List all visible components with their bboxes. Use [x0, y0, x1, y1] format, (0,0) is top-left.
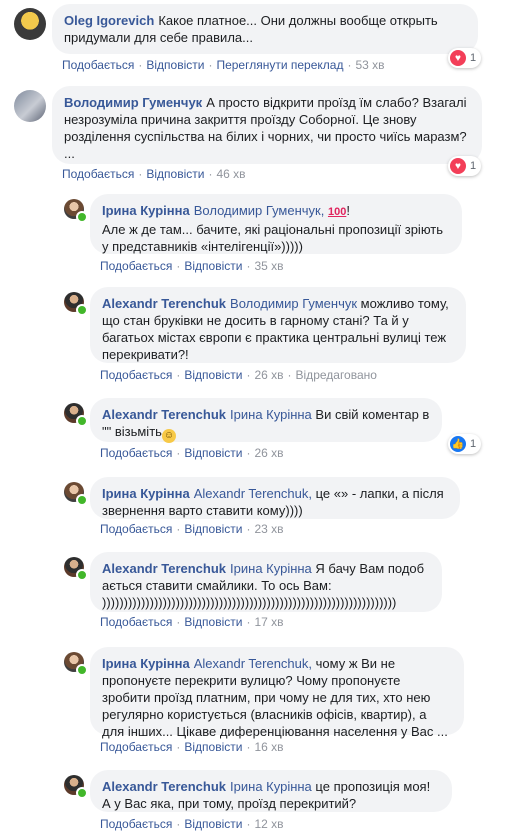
- comment-actions: Подобається · Відповісти · 17 хв: [100, 615, 284, 629]
- online-indicator: [76, 415, 88, 427]
- comment-actions: Подобається · Відповісти · 26 хв: [100, 446, 284, 460]
- like-link[interactable]: Подобається: [100, 817, 172, 831]
- reply-link[interactable]: Відповісти: [184, 368, 242, 382]
- online-indicator: [76, 211, 88, 223]
- comment-author[interactable]: Володимир Гуменчук: [64, 95, 202, 110]
- comment-author[interactable]: Ірина Курінна: [102, 486, 190, 501]
- comment-text: Але ж де там... бачите, які раціональні …: [102, 222, 444, 254]
- comment-author[interactable]: Ірина Курінна: [102, 203, 190, 218]
- comment-author[interactable]: Oleg Igorevich: [64, 13, 154, 28]
- online-indicator: [76, 787, 88, 799]
- like-link[interactable]: Подобається: [62, 58, 134, 72]
- online-indicator: [76, 569, 88, 581]
- like-link[interactable]: Подобається: [100, 740, 172, 754]
- like-link[interactable]: Подобається: [62, 167, 134, 181]
- comment-time[interactable]: 23 хв: [254, 522, 283, 536]
- mention-link[interactable]: Ірина Курінна: [230, 407, 312, 422]
- reply-link[interactable]: Відповісти: [184, 615, 242, 629]
- mention-link[interactable]: Alexandr Terenchuk,: [194, 486, 312, 501]
- smile-emoji-icon: ☺: [161, 429, 176, 443]
- avatar[interactable]: [14, 8, 46, 40]
- reaction-count[interactable]: ♥ 1: [448, 156, 482, 176]
- comment-author[interactable]: Alexandr Terenchuk: [102, 561, 226, 576]
- mention-link[interactable]: Володимир Гуменчук,: [194, 203, 325, 218]
- comment-bubble: Alexandr Terenchuk Ірина Курінна це пропо…: [90, 770, 452, 812]
- comment-author[interactable]: Alexandr Terenchuk: [102, 296, 226, 311]
- comment-bubble: Alexandr Terenchuk Ірина Курінна Ви свій …: [90, 398, 442, 443]
- reply-link[interactable]: Відповісти: [184, 522, 242, 536]
- online-indicator: [76, 304, 88, 316]
- comment-time[interactable]: 26 хв: [254, 368, 283, 382]
- online-indicator: [76, 664, 88, 676]
- avatar[interactable]: [14, 90, 46, 122]
- like-link[interactable]: Подобається: [100, 522, 172, 536]
- edited-label[interactable]: Відредаговано: [296, 368, 377, 382]
- comment-actions: Подобається · Відповісти · 16 хв: [100, 740, 284, 754]
- reply-link[interactable]: Відповісти: [184, 740, 242, 754]
- reply-link[interactable]: Відповісти: [184, 259, 242, 273]
- like-link[interactable]: Подобається: [100, 615, 172, 629]
- comment-actions: Подобається · Відповісти · 12 хв: [100, 817, 284, 831]
- comment-time[interactable]: 17 хв: [254, 615, 283, 629]
- comment-author[interactable]: Alexandr Terenchuk: [102, 779, 226, 794]
- see-translation-link[interactable]: Переглянути переклад: [216, 58, 343, 72]
- comment-bubble: Ірина Курінна Володимир Гуменчук, 100! Але…: [90, 194, 462, 254]
- comment-actions: Подобається · Відповісти · 26 хв · Відредагова…: [100, 368, 377, 382]
- reply-link[interactable]: Відповісти: [146, 58, 204, 72]
- reply-link[interactable]: Відповісти: [184, 817, 242, 831]
- like-link[interactable]: Подобається: [100, 259, 172, 273]
- comment-time[interactable]: 16 хв: [254, 740, 283, 754]
- comment-time[interactable]: 12 хв: [254, 817, 283, 831]
- comment-actions: Подобається · Відповісти · Переглянути перек…: [62, 58, 385, 72]
- like-link[interactable]: Подобається: [100, 446, 172, 460]
- comment-actions: Подобається · Відповісти · 46 хв: [62, 167, 246, 181]
- like-link[interactable]: Подобається: [100, 368, 172, 382]
- heart-icon: ♥: [450, 50, 466, 66]
- comment-time[interactable]: 46 хв: [216, 167, 245, 181]
- mention-link[interactable]: Володимир Гуменчук: [230, 296, 357, 311]
- mention-link[interactable]: Ірина Курінна: [230, 779, 312, 794]
- comment-time[interactable]: 53 хв: [355, 58, 384, 72]
- hundred-icon: 100: [327, 206, 347, 218]
- comment-author[interactable]: Ірина Курінна: [102, 656, 190, 671]
- comment-time[interactable]: 26 хв: [254, 446, 283, 460]
- reply-link[interactable]: Відповісти: [184, 446, 242, 460]
- comment-bubble: Alexandr Terenchuk Володимир Гуменчук мож…: [90, 287, 466, 363]
- comment-bubble: Ірина Курінна Alexandr Terenchuk, це «» -…: [90, 477, 460, 519]
- comment-actions: Подобається · Відповісти · 35 хв: [100, 259, 284, 273]
- thumbs-up-icon: 👍: [450, 436, 466, 452]
- comment-bubble: Alexandr Terenchuk Ірина Курінна Я бачу В…: [90, 552, 442, 612]
- reply-link[interactable]: Відповісти: [146, 167, 204, 181]
- reaction-count[interactable]: ♥ 1: [448, 48, 482, 68]
- comment-bubble: Ірина Курінна Alexandr Terenchuk, чому ж …: [90, 647, 464, 739]
- reaction-count[interactable]: 👍 1: [448, 434, 482, 454]
- comment-time[interactable]: 35 хв: [254, 259, 283, 273]
- online-indicator: [76, 494, 88, 506]
- comment-bubble: Володимир Гуменчук А просто відкрити прої…: [52, 86, 482, 164]
- comment-actions: Подобається · Відповісти · 23 хв: [100, 522, 284, 536]
- mention-link[interactable]: Alexandr Terenchuk,: [194, 656, 312, 671]
- comment-bubble: Oleg Igorevich Какое платное... Они должн…: [52, 4, 478, 54]
- mention-link[interactable]: Ірина Курінна: [230, 561, 312, 576]
- heart-icon: ♥: [450, 158, 466, 174]
- comment-author[interactable]: Alexandr Terenchuk: [102, 407, 226, 422]
